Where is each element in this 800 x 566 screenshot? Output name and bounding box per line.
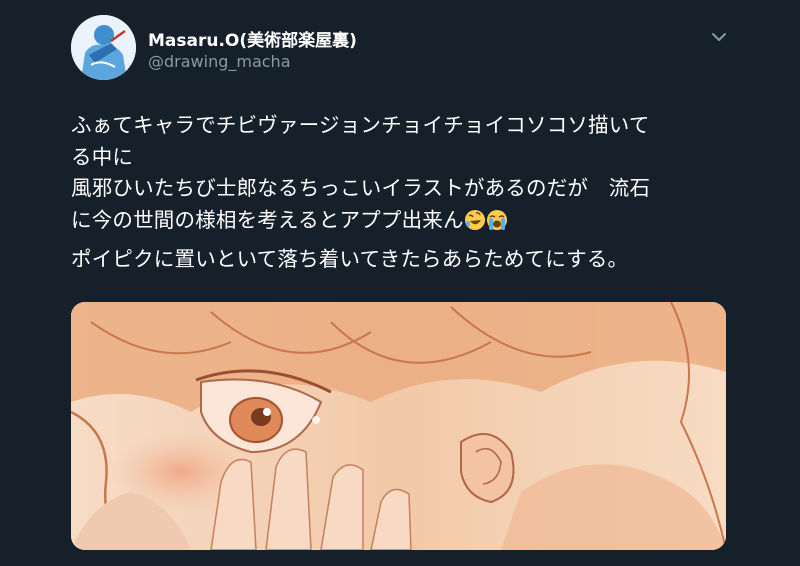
tweet-text-line: ポイピクに置いといて落ち着いてきたらあらためてにする。 [71,247,629,271]
tweet-text-line: に今の世間の様相を考えるとアププ出来ん [71,207,464,232]
rofl-emoji-icon [464,209,485,230]
tweet-text-line: ふぁてキャラでチビヴァージョンチョイチョイコソコソ描いて [71,113,650,137]
illustration-image-icon [71,302,726,550]
attached-image[interactable] [71,302,726,550]
avatar[interactable] [71,15,136,80]
avatar-illustration-icon [71,15,136,80]
tweet-card: Masaru.O(美術部楽屋裏) @drawing_macha ふぁてキャラでチ… [0,0,800,566]
author-name[interactable]: Masaru.O(美術部楽屋裏) [148,26,357,51]
loudly-crying-emoji-icon [486,209,507,230]
author-handle[interactable]: @drawing_macha [148,52,291,71]
chevron-down-icon[interactable] [710,30,728,44]
tweet-text: ふぁてキャラでチビヴァージョンチョイチョイコソコソ描いて る中に 風邪ひいたちび… [71,110,731,276]
tweet-text-line-with-emoji: に今の世間の様相を考えるとアププ出来ん [71,205,731,237]
tweet-text-line: 風邪ひいたちび士郎なるちっこいイラストがあるのだが 流石 [71,176,651,200]
tweet-text-line: る中に [71,144,134,169]
